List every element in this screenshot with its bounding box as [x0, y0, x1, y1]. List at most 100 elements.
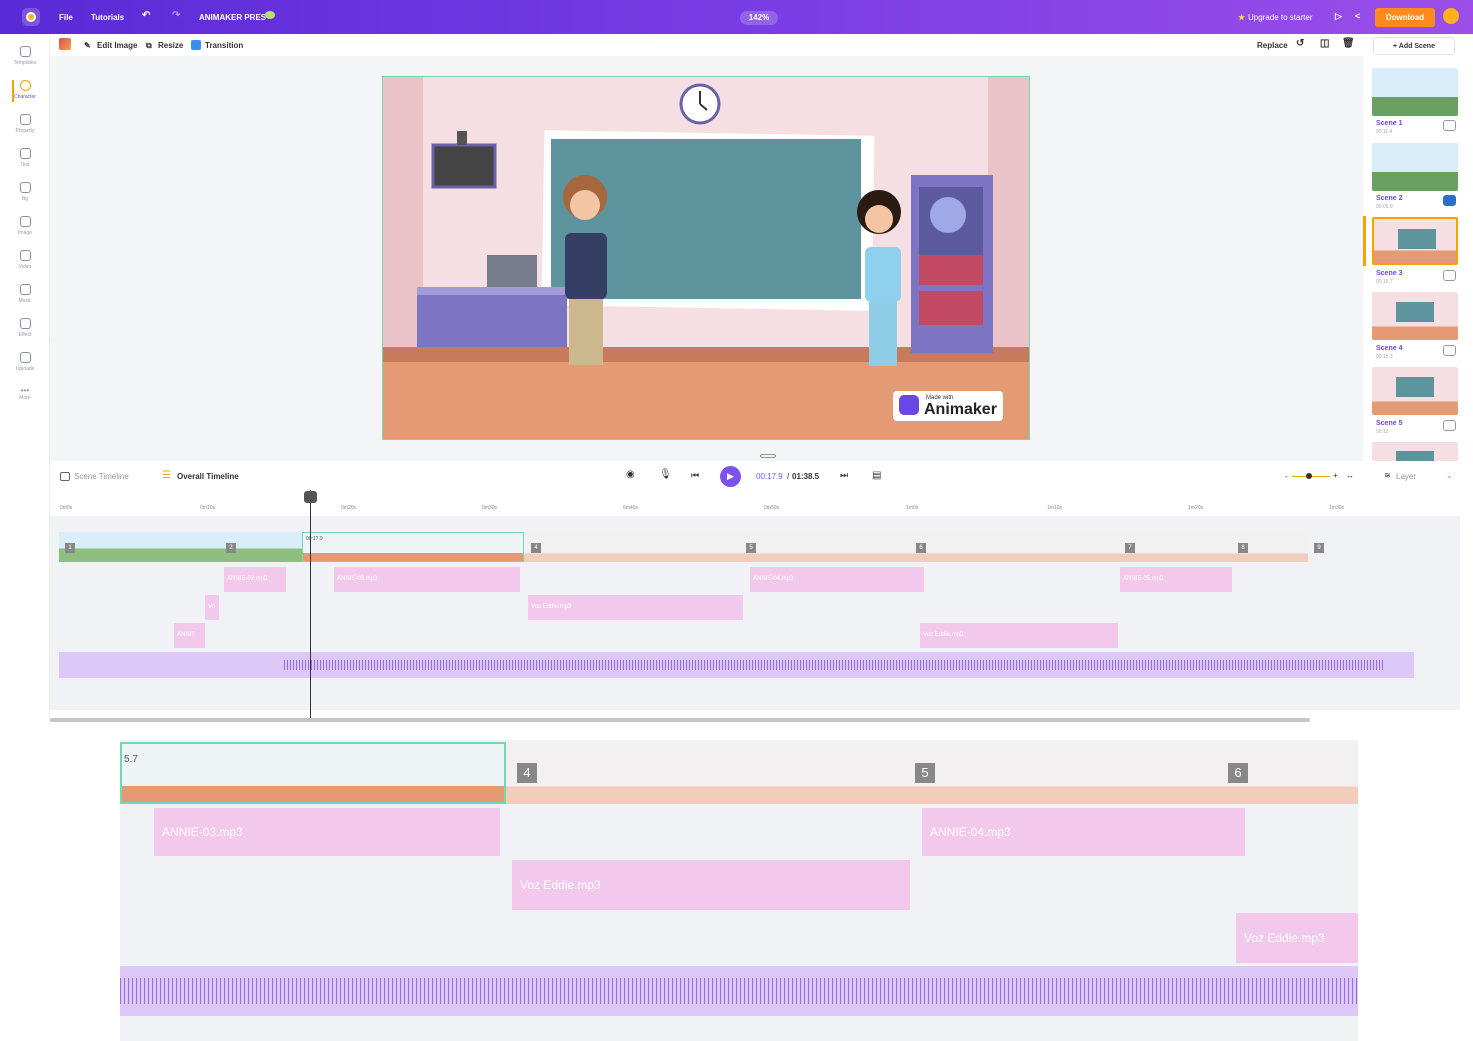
sidebar-item-video[interactable]: Video — [0, 250, 50, 270]
sidebar-item-templates[interactable]: Templates — [0, 46, 50, 66]
zoom-slider-handle[interactable] — [1306, 473, 1312, 479]
undo-icon[interactable]: ↶ — [142, 10, 150, 21]
add-scene-button[interactable]: + Add Scene — [1373, 37, 1455, 55]
property-icon — [19, 114, 31, 125]
delete-icon[interactable]: 🗑 — [1342, 38, 1355, 49]
sidebar-item-text[interactable]: Text — [0, 148, 50, 168]
scene-stage[interactable]: Made with Animaker — [382, 76, 1030, 440]
resize-button[interactable]: Resize — [158, 41, 183, 50]
audio-clip[interactable]: ANNIE-05.mp3 — [1120, 567, 1232, 592]
play-button[interactable]: ▶ — [720, 466, 741, 487]
audio-clip[interactable]: ANNIE-02.mp3 — [224, 567, 286, 592]
sidebar-item-effect[interactable]: Effect — [0, 318, 50, 338]
fit-icon[interactable]: ↔ — [1346, 471, 1354, 480]
ruler-tick: 1m30s — [1329, 505, 1345, 511]
scene-number: 8 — [1238, 543, 1248, 553]
scene-strip-1-2[interactable] — [59, 532, 302, 562]
layer-dropdown[interactable]: Layer — [1396, 472, 1416, 481]
scene-number: 2 — [226, 543, 236, 553]
scene-6-thumbnail[interactable] — [1372, 442, 1458, 461]
microphone-icon[interactable]: 🎙 — [659, 469, 672, 480]
share-icon[interactable]: < — [1355, 11, 1360, 21]
audio-clip[interactable]: Vo — [205, 595, 219, 620]
overall-timeline-tab[interactable]: Overall Timeline — [177, 472, 239, 481]
audio-clip[interactable]: ANNIE — [174, 623, 205, 648]
zoomed-scene-number: 6 — [1228, 763, 1248, 783]
subtitle-icon[interactable]: ▤ — [872, 470, 881, 481]
sidebar-item-image[interactable]: Image — [0, 216, 50, 236]
background-music-clip[interactable] — [59, 652, 1414, 678]
active-scene-time: 00:17.9 — [306, 536, 323, 542]
playhead[interactable] — [310, 490, 311, 718]
avatar[interactable] — [1443, 8, 1459, 24]
transition-button[interactable]: Transition — [205, 41, 243, 50]
horizontal-scrollbar[interactable] — [50, 718, 1310, 722]
scene-2-thumbnail[interactable] — [1372, 143, 1458, 191]
ruler-tick: 0m40s — [623, 505, 639, 511]
scene-3-transition-icon[interactable] — [1443, 270, 1456, 281]
scene-3-thumbnail[interactable] — [1372, 217, 1458, 265]
scene-4-transition-icon[interactable] — [1443, 345, 1456, 356]
current-time: 00:17.9 — [756, 472, 783, 481]
top-bar: File Tutorials ↶ ↷ ANIMAKER PRES 142% ★ … — [0, 0, 1473, 34]
project-name[interactable]: ANIMAKER PRES — [199, 13, 266, 22]
audio-clip[interactable]: ANNIE-04.mp3 — [750, 567, 924, 592]
flip-icon[interactable]: ◫ — [1320, 38, 1329, 49]
rotate-icon[interactable]: ↺ — [1296, 38, 1304, 49]
scene-number: 7 — [1125, 543, 1135, 553]
scene-strip-active[interactable]: 00:17.9 — [302, 532, 524, 562]
star-icon: ★ — [1238, 13, 1246, 22]
scene-6-board — [1396, 451, 1434, 461]
redo-icon[interactable]: ↷ — [172, 10, 180, 21]
overall-timeline-icon: ☰ — [162, 470, 171, 481]
upgrade-link[interactable]: Upgrade to starter — [1248, 13, 1312, 22]
scene-1-thumbnail[interactable] — [1372, 68, 1458, 116]
sidebar-item-more[interactable]: ••• More — [0, 386, 50, 401]
tutorials-menu[interactable]: Tutorials — [91, 13, 124, 22]
skip-forward-icon[interactable]: ⏭ — [840, 470, 848, 481]
audio-clip[interactable]: Voz Eddie.mp3 — [920, 623, 1118, 648]
chevron-down-icon[interactable]: ⌄ — [1446, 471, 1453, 480]
edit-image-button[interactable]: Edit Image — [97, 41, 137, 50]
scene-5-board — [1396, 377, 1434, 397]
zoomed-audio-clip[interactable]: ANNIE-03.mp3 — [154, 808, 500, 856]
replace-button[interactable]: Replace — [1257, 41, 1288, 50]
scene-2-transition-icon[interactable] — [1443, 195, 1456, 206]
sidebar: Templates Character Property Text Bg Ima… — [0, 34, 52, 724]
scene-5-thumbnail[interactable] — [1372, 367, 1458, 415]
text-icon — [19, 148, 31, 159]
file-menu[interactable]: File — [59, 13, 73, 22]
uploads-icon — [19, 352, 31, 363]
zoomed-audio-clip[interactable]: Voz Eddie.mp3 — [1236, 913, 1358, 963]
zoomed-active-scene-strip[interactable]: 5.7 — [120, 742, 506, 804]
scene-5-transition-icon[interactable] — [1443, 420, 1456, 431]
zoomed-audio-clip[interactable]: ANNIE-04.mp3 — [922, 808, 1245, 856]
skip-back-icon[interactable]: ⏮ — [691, 470, 699, 481]
preview-icon[interactable]: ▷ — [1335, 11, 1342, 22]
color-picker-icon[interactable] — [59, 38, 71, 50]
scene-number: 4 — [531, 543, 541, 553]
scene-4-thumbnail[interactable] — [1372, 292, 1458, 340]
zoom-level[interactable]: 142% — [740, 11, 778, 25]
sidebar-item-character[interactable]: Character — [0, 80, 50, 100]
audio-clip[interactable]: Voz Eddie.mp3 — [528, 595, 743, 620]
more-icon: ••• — [20, 386, 30, 395]
zoomed-audio-clip[interactable]: Voz Eddie.mp3 — [512, 860, 910, 910]
background-music-waveform — [284, 660, 1384, 670]
scene-1-transition-icon[interactable] — [1443, 120, 1456, 131]
scene-5-label: Scene 5 — [1376, 420, 1403, 427]
canvas-resize-handle[interactable] — [760, 454, 776, 458]
camera-icon[interactable]: ◉ — [626, 469, 635, 480]
playhead-handle[interactable] — [304, 491, 317, 503]
animaker-logo-icon[interactable] — [22, 8, 40, 26]
zoomed-background-music-clip[interactable] — [120, 966, 1358, 1016]
zoom-in-icon[interactable]: + — [1333, 471, 1338, 480]
download-button[interactable]: Download — [1375, 8, 1435, 27]
sidebar-item-property[interactable]: Property — [0, 114, 50, 134]
audio-clip[interactable]: ANNIE-03.mp3 — [334, 567, 520, 592]
scene-timeline-tab[interactable]: Scene Timeline — [74, 472, 129, 481]
zoom-out-icon[interactable]: - — [1285, 472, 1288, 481]
sidebar-item-bg[interactable]: Bg — [0, 182, 50, 202]
sidebar-item-music[interactable]: Music — [0, 284, 50, 304]
sidebar-item-uploads[interactable]: Uploads — [0, 352, 50, 372]
